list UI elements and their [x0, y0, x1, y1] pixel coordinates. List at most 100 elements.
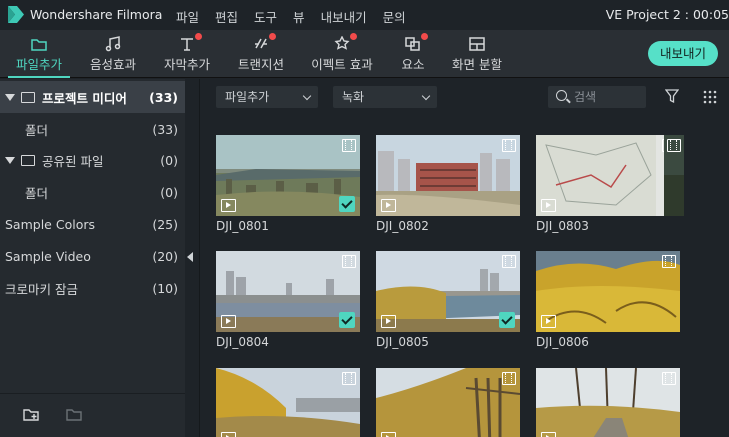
music-note-icon	[104, 36, 122, 52]
media-thumbnail[interactable]	[536, 368, 680, 437]
split-screen-icon	[468, 36, 486, 52]
play-icon[interactable]	[221, 315, 236, 328]
export-button[interactable]: 내보내기	[648, 41, 718, 66]
chevron-down-icon	[302, 91, 312, 101]
media-thumbnail[interactable]	[376, 251, 520, 332]
checkmark-icon	[339, 196, 355, 212]
play-icon[interactable]	[541, 199, 556, 212]
sidebar-item-project-media[interactable]: 프로젝트 미디어 (33)	[0, 81, 185, 113]
tab-effects[interactable]: 이펙트 효과	[306, 30, 378, 78]
media-item[interactable]	[376, 368, 520, 437]
media-item[interactable]	[216, 368, 360, 437]
media-name: DJI_0801	[216, 219, 269, 233]
tab-label: 음성효과	[89, 57, 136, 72]
media-name: DJI_0805	[376, 335, 429, 349]
delete-folder-icon[interactable]	[66, 407, 83, 422]
play-icon[interactable]	[381, 432, 396, 437]
media-name: DJI_0802	[376, 219, 429, 233]
chevron-down-icon	[421, 91, 431, 101]
search-placeholder: 검색	[574, 90, 597, 104]
media-thumbnail[interactable]	[536, 251, 680, 332]
media-item[interactable]: DJI_0803	[536, 135, 680, 233]
sidebar-item-sample-colors[interactable]: Sample Colors (25)	[0, 208, 185, 240]
media-thumbnail[interactable]	[376, 135, 520, 216]
media-thumbnail[interactable]	[664, 135, 684, 216]
sidebar-item-sample-video[interactable]: Sample Video (20)	[0, 240, 185, 272]
tab-audio[interactable]: 음성효과	[84, 30, 142, 78]
sidebar-footer	[0, 393, 185, 437]
sidebar-item-label: 프로젝트 미디어	[42, 90, 127, 106]
sidebar-item-folder[interactable]: 폴더 (33)	[0, 113, 185, 145]
main-toolbar: 파일추가 음성효과 자막추가 트랜지션 이펙트 효과 요소 화면 분할 내보내기	[0, 30, 729, 78]
thumbnail-image	[536, 251, 680, 332]
video-clip-icon	[342, 255, 356, 268]
menu-file[interactable]: 파일	[172, 7, 203, 26]
video-clip-icon	[502, 139, 516, 152]
video-clip-icon	[342, 139, 356, 152]
tab-elements[interactable]: 요소	[396, 30, 430, 78]
menu-export[interactable]: 내보내기	[317, 7, 371, 26]
source-dropdown[interactable]: 파일추가	[216, 86, 318, 108]
play-icon[interactable]	[541, 315, 556, 328]
sidebar-item-count: (0)	[160, 152, 178, 168]
sidebar-item-count: (10)	[152, 280, 178, 296]
collapse-sidebar-icon[interactable]	[187, 252, 193, 262]
media-thumbnail[interactable]	[376, 368, 520, 437]
checkmark-icon	[339, 312, 355, 328]
sidebar-item-shared-folder[interactable]: 폴더 (0)	[0, 176, 185, 208]
video-clip-icon	[342, 372, 356, 385]
sidebar-item-label: Sample Video	[5, 248, 91, 264]
project-title: VE Project 2 : 00:05	[605, 7, 729, 22]
play-icon[interactable]	[221, 432, 236, 437]
thumbnail-image	[536, 368, 680, 437]
media-thumbnail[interactable]	[216, 368, 360, 437]
play-icon[interactable]	[541, 432, 556, 437]
tab-import[interactable]: 파일추가	[8, 30, 70, 78]
media-item[interactable]	[536, 368, 680, 437]
media-item[interactable]: DJI_0802	[376, 135, 520, 233]
tab-titles[interactable]: 자막추가	[158, 30, 216, 78]
media-item[interactable]: DJI_0804	[216, 251, 360, 349]
filter-bar: 파일추가 녹화 검색	[200, 79, 729, 115]
sidebar-item-count: (33)	[149, 89, 178, 105]
filter-icon[interactable]	[665, 89, 679, 104]
new-folder-icon[interactable]	[23, 407, 40, 422]
tab-split-screen[interactable]: 화면 분할	[446, 30, 508, 78]
tab-label: 화면 분할	[452, 57, 502, 72]
media-thumbnail[interactable]	[216, 251, 360, 332]
play-icon[interactable]	[221, 199, 236, 212]
source-dropdown-value: 파일추가	[225, 90, 270, 104]
play-icon[interactable]	[381, 315, 396, 328]
video-clip-icon	[667, 139, 681, 152]
folder-icon	[21, 91, 35, 103]
play-icon[interactable]	[381, 199, 396, 212]
menu-edit[interactable]: 편집	[211, 7, 242, 26]
media-item[interactable]: DJI_0806	[536, 251, 680, 349]
record-dropdown[interactable]: 녹화	[333, 86, 437, 108]
media-thumbnail[interactable]	[216, 135, 360, 216]
caret-down-icon[interactable]	[5, 156, 15, 164]
media-item-partial[interactable]	[664, 135, 684, 216]
notification-dot	[350, 33, 357, 40]
media-item[interactable]: DJI_0801	[216, 135, 360, 233]
notification-dot	[195, 33, 202, 40]
elements-icon	[404, 33, 428, 52]
menu-view[interactable]: 뷰	[289, 7, 309, 26]
notification-dot	[421, 33, 428, 40]
tab-label: 트랜지션	[237, 57, 284, 72]
sidebar-item-label: 폴더	[25, 122, 49, 138]
sidebar-item-shared-files[interactable]: 공유된 파일 (0)	[0, 144, 185, 176]
filmora-logo-icon	[8, 6, 24, 23]
media-thumbnail[interactable]	[536, 135, 680, 216]
media-item[interactable]: DJI_0805	[376, 251, 520, 349]
menu-help[interactable]: 문의	[379, 7, 410, 26]
grid-menu-icon[interactable]	[703, 90, 717, 104]
menu-tools[interactable]: 도구	[250, 7, 281, 26]
search-input[interactable]: 검색	[548, 86, 646, 108]
app-name: Wondershare Filmora	[30, 7, 163, 22]
caret-down-icon[interactable]	[5, 93, 15, 101]
text-icon	[178, 33, 202, 52]
sidebar-item-chroma-key[interactable]: 크로마키 잠금 (10)	[0, 272, 185, 304]
title-bar: Wondershare Filmora 파일 편집 도구 뷰 내보내기 문의 V…	[0, 0, 729, 30]
tab-transitions[interactable]: 트랜지션	[232, 30, 290, 78]
